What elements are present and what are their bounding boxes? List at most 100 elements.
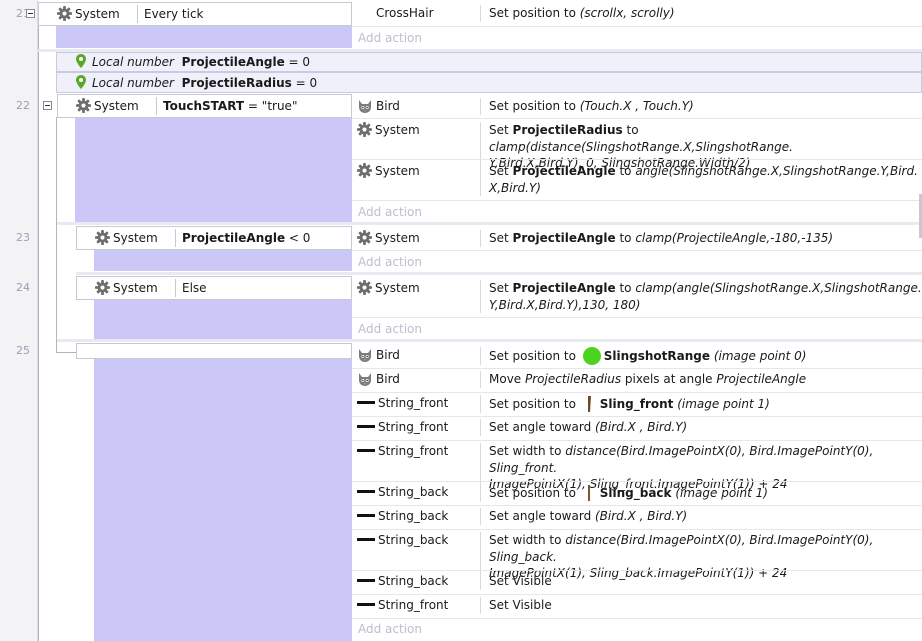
action-text: Set xyxy=(489,164,513,178)
condition-comparison: < 0 xyxy=(285,231,311,245)
add-action-link[interactable]: Add action xyxy=(358,204,422,220)
action-row[interactable]: Bird Set position to SlingshotRange (ima… xyxy=(352,347,922,365)
event-24-condition[interactable]: System Else xyxy=(76,276,352,300)
local-variable-keyword: Local number xyxy=(92,55,174,69)
action-object-name: String_back xyxy=(378,533,449,547)
event-21-condition[interactable]: System Every tick xyxy=(38,2,352,26)
string-line-icon xyxy=(357,425,375,428)
action-row[interactable]: Bird Move ProjectileRadius pixels at ang… xyxy=(352,371,922,388)
condition-text: Else xyxy=(182,281,207,295)
action-object-name: String_front xyxy=(378,396,449,410)
gear-icon xyxy=(57,6,72,21)
action-expression: (image point 1) xyxy=(671,486,768,500)
action-row[interactable]: CrossHair Set position to (scrollx, scro… xyxy=(352,5,922,22)
line-number-22: 22 xyxy=(16,99,30,112)
action-row[interactable]: String_front Set position to Sling_front… xyxy=(352,395,922,413)
condition-comparison: = "true" xyxy=(244,99,298,113)
bird-icon xyxy=(357,98,373,114)
action-row[interactable]: String_back Set position to Sling_back (… xyxy=(352,484,922,502)
action-object-name: Bird xyxy=(376,99,400,113)
tree-line xyxy=(38,25,39,641)
action-text: Set position to xyxy=(489,99,580,113)
action-expression: (Bird.X , Bird.Y) xyxy=(595,420,688,434)
action-text: Set xyxy=(489,231,513,245)
line-number-25: 25 xyxy=(16,344,30,357)
action-object-name: System xyxy=(375,164,420,178)
action-object-name: String_back xyxy=(378,509,449,523)
string-line-icon xyxy=(357,449,375,452)
string-line-icon xyxy=(357,490,375,493)
local-variable-value: = 0 xyxy=(284,55,311,69)
action-text: Set xyxy=(489,123,513,137)
action-row[interactable]: System Set ProjectileAngle to clamp(Proj… xyxy=(352,230,922,247)
action-row[interactable]: String_front Set Visible xyxy=(352,597,922,614)
local-variable-pin-icon xyxy=(76,75,86,89)
action-row[interactable]: String_front Set angle toward (Bird.X , … xyxy=(352,419,922,436)
local-variable-projectile-radius[interactable]: Local number ProjectileRadius = 0 xyxy=(76,75,317,91)
action-object-name: String_front xyxy=(378,598,449,612)
action-text: to xyxy=(615,281,636,295)
event-22-condition-area[interactable] xyxy=(75,117,352,222)
action-text: to xyxy=(615,231,636,245)
gear-icon xyxy=(95,280,110,295)
tree-line xyxy=(56,117,57,353)
condition-variable: TouchSTART xyxy=(163,99,245,113)
local-variable-name: ProjectileRadius xyxy=(181,76,292,90)
action-expression: (scrollx, scrolly) xyxy=(579,6,675,20)
action-text: Set xyxy=(489,281,513,295)
event-21-condition-area[interactable] xyxy=(56,26,352,48)
event-25-condition[interactable] xyxy=(76,343,352,359)
action-row[interactable]: System Set ProjectileAngle to angle(Slin… xyxy=(352,163,922,196)
action-variable: ProjectileAngle xyxy=(512,281,616,295)
action-text: Set position to xyxy=(489,349,580,363)
action-expression: (Touch.X , Touch.Y) xyxy=(579,99,694,113)
action-target-object: Sling_back xyxy=(599,486,672,500)
bird-icon xyxy=(357,347,373,363)
green-circle-icon xyxy=(582,347,601,365)
event-24-condition-area[interactable] xyxy=(94,299,352,339)
event-22-condition[interactable]: System TouchSTART = "true" xyxy=(57,94,352,118)
action-expression: Y,Bird.X,Bird.Y),130, 180) xyxy=(489,297,641,312)
action-text: Set position to xyxy=(489,6,580,20)
action-row[interactable]: System Set ProjectileAngle to clamp(angl… xyxy=(352,280,922,313)
gear-icon xyxy=(357,122,372,137)
action-row[interactable]: String_back Set Visible xyxy=(352,573,922,590)
action-object-name: String_front xyxy=(378,420,449,434)
add-action-link[interactable]: Add action xyxy=(358,30,422,46)
action-object-name: Bird xyxy=(376,348,400,362)
sling-stick-icon xyxy=(587,396,591,412)
line-number-24: 24 xyxy=(16,281,30,294)
action-object-name: String_front xyxy=(378,444,449,458)
local-variable-projectile-angle[interactable]: Local number ProjectileAngle = 0 xyxy=(76,54,310,70)
add-action-link[interactable]: Add action xyxy=(358,621,422,637)
add-action-link[interactable]: Add action xyxy=(358,254,422,270)
string-line-icon xyxy=(357,603,375,606)
string-line-icon xyxy=(357,579,375,582)
event-25-condition-area[interactable] xyxy=(94,358,352,641)
action-row[interactable]: String_back Set angle toward (Bird.X , B… xyxy=(352,508,922,525)
action-text: Set angle toward xyxy=(489,420,595,434)
action-expression: X,Bird.Y) xyxy=(489,180,541,195)
action-expression: ProjectileAngle xyxy=(716,372,807,386)
line-number-gutter xyxy=(0,0,38,641)
action-variable: ProjectileAngle xyxy=(512,231,616,245)
action-text: Set angle toward xyxy=(489,509,595,523)
local-variable-value: = 0 xyxy=(291,76,318,90)
action-text: Move xyxy=(489,372,525,386)
local-variable-name: ProjectileAngle xyxy=(181,55,285,69)
string-line-icon xyxy=(357,514,375,517)
tree-line xyxy=(56,352,76,353)
collapse-event-22-toggle[interactable] xyxy=(43,101,52,110)
action-row[interactable]: Bird Set position to (Touch.X , Touch.Y) xyxy=(352,98,922,115)
collapse-event-21-toggle[interactable] xyxy=(26,9,35,18)
event-23-condition-area[interactable] xyxy=(94,249,352,271)
condition-variable: ProjectileAngle xyxy=(182,231,286,245)
line-number-23: 23 xyxy=(16,231,30,244)
condition-text: Every tick xyxy=(144,7,204,21)
action-variable: ProjectileRadius xyxy=(512,123,623,137)
action-text: Set Visible xyxy=(489,574,552,588)
condition-object-name: System xyxy=(94,99,139,113)
action-expression: clamp(ProjectileAngle,-180,-135) xyxy=(635,231,834,245)
event-23-condition[interactable]: System ProjectileAngle < 0 xyxy=(76,226,352,250)
add-action-link[interactable]: Add action xyxy=(358,321,422,337)
